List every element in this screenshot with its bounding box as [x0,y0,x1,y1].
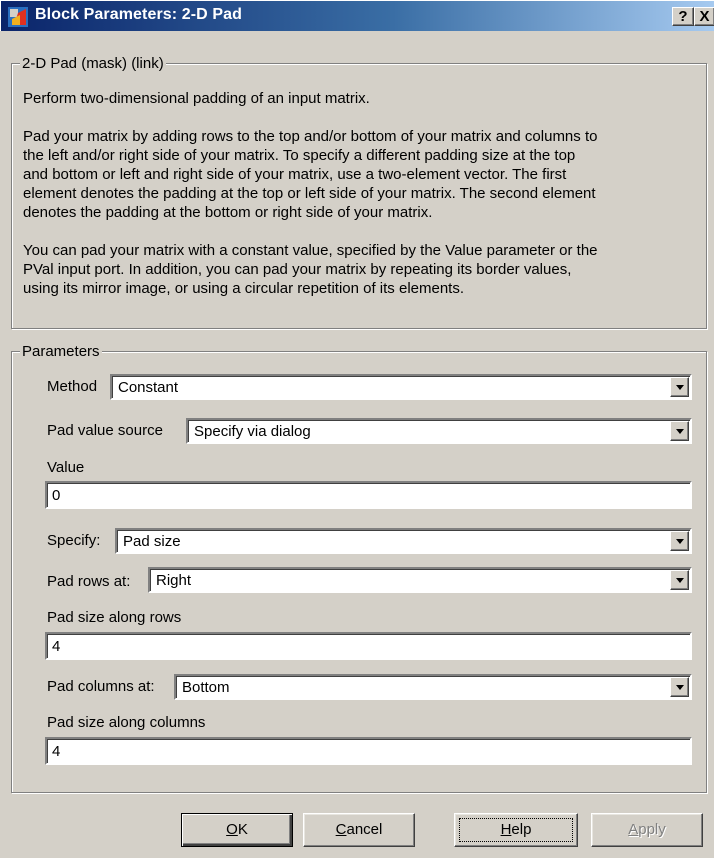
pad-size-along-columns-input-text: 4 [52,743,61,760]
description-line: Pad your matrix by adding rows to the to… [23,128,598,145]
description-line: denotes the padding at the bottom or rig… [23,204,433,221]
pad-size-along-rows-input-text: 4 [52,638,61,655]
pad-columns-at-select-value: Bottom [182,679,230,696]
apply-button-label: pply [638,821,666,838]
pad-rows-at-select[interactable]: Right [148,567,692,593]
value-input-text: 0 [52,487,61,504]
close-icon-button[interactable]: X [694,7,714,26]
pad-size-along-columns-label: Pad size along columns [47,714,206,731]
pad-columns-at-label: Pad columns at: [47,678,155,695]
chevron-down-icon[interactable] [670,570,689,590]
description-line: using its mirror image, or using a circu… [23,280,465,297]
value-label: Value [47,459,85,476]
description-line: element denotes the padding at the top o… [23,185,596,202]
chevron-down-icon[interactable] [670,421,689,441]
ok-button-mnemonic: O [226,821,238,838]
focus-rectangle [459,818,573,842]
window-title: Block Parameters: 2-D Pad [35,6,243,23]
title-bar: Block Parameters: 2-D Pad ? X [0,0,714,31]
description-line: and bottom or left and right side of you… [23,166,567,183]
chevron-down-icon[interactable] [670,677,689,697]
pad-columns-at-select[interactable]: Bottom [174,674,692,700]
help-icon-button[interactable]: ? [672,7,694,26]
description-line: the left and/or right side of your matri… [23,147,576,164]
cancel-button-label: ancel [346,821,383,838]
pad-value-source-select[interactable]: Specify via dialog [186,418,692,444]
specify-select-value: Pad size [123,533,181,550]
value-input[interactable]: 0 [45,481,692,509]
ok-button[interactable]: OK [181,813,293,847]
pad-rows-at-select-value: Right [156,572,192,589]
ok-button-label: K [237,821,248,838]
simulink-block-icon [8,7,28,27]
pad-size-along-columns-input[interactable]: 4 [45,737,692,765]
pad-rows-at-label: Pad rows at: [47,573,131,590]
method-label: Method [47,378,98,395]
apply-button-mnemonic: A [628,821,639,838]
description-paragraph-1: Perform two-dimensional padding of an in… [23,90,370,107]
description-group-legend: 2-D Pad (mask) (link) [20,55,166,72]
cancel-button[interactable]: Cancel [303,813,415,847]
chevron-down-icon[interactable] [670,531,689,551]
pad-size-along-rows-input[interactable]: 4 [45,632,692,660]
parameters-group-legend: Parameters [20,343,102,360]
method-select-value: Constant [118,379,179,396]
chevron-down-icon[interactable] [670,377,689,397]
method-select[interactable]: Constant [110,374,692,400]
description-line: PVal input port. In addition, you can pa… [23,261,572,278]
pad-size-along-rows-label: Pad size along rows [47,609,182,626]
pad-value-source-select-value: Specify via dialog [194,423,311,440]
specify-select[interactable]: Pad size [115,528,692,554]
specify-label: Specify: [47,532,101,549]
help-button[interactable]: Help [454,813,578,847]
apply-button[interactable]: Apply [591,813,703,847]
cancel-button-mnemonic: C [335,821,347,838]
pad-value-source-label: Pad value source [47,422,163,439]
description-line: You can pad your matrix with a constant … [23,242,598,259]
